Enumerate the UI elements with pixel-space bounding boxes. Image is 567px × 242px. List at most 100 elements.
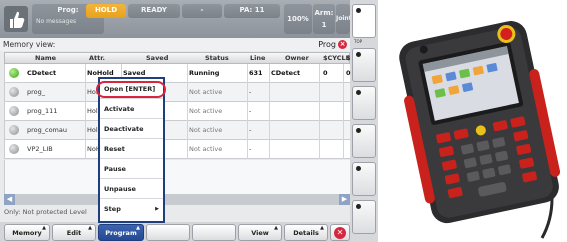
- memory-menu-button[interactable]: Memory ▲: [4, 224, 50, 241]
- cell-line: -: [249, 88, 252, 96]
- side-key-4[interactable]: [352, 124, 376, 158]
- ready-status-badge: READY: [128, 4, 180, 18]
- column-divider: [269, 83, 270, 102]
- column-divider: [187, 121, 188, 140]
- details-label: Details: [293, 229, 319, 237]
- arm-label: Arm: 1: [314, 9, 334, 29]
- column-divider: [269, 140, 270, 159]
- side-key-6[interactable]: [352, 200, 376, 234]
- hold-status-badge: HOLD: [86, 4, 126, 18]
- column-divider: [247, 121, 248, 140]
- table-row[interactable]: prog_111 Hold Not active -: [4, 102, 350, 121]
- mode-label: -: [200, 6, 204, 14]
- menu-item-pause[interactable]: Pause: [100, 159, 163, 179]
- menu-item-unpause[interactable]: Unpause: [100, 179, 163, 199]
- side-key-3[interactable]: [352, 86, 376, 120]
- table-empty-area: [4, 160, 350, 194]
- close-icon: ✕: [334, 227, 346, 239]
- column-divider: [187, 64, 188, 83]
- table-header: Name Attr. Saved Status Line Owner $CYCL…: [4, 52, 351, 64]
- column-divider: [319, 140, 320, 159]
- menu-item-label: Unpause: [104, 185, 136, 193]
- status-line: Only: Not protected Level: [4, 208, 87, 216]
- column-divider: [85, 83, 86, 102]
- close-icon[interactable]: ×: [338, 40, 347, 49]
- edit-label: Edit: [66, 229, 82, 237]
- scroll-left-icon[interactable]: ◀: [4, 194, 15, 205]
- details-menu-button[interactable]: Details ▲: [284, 224, 328, 241]
- cell-cycle: 0: [323, 69, 328, 77]
- jog-mode-selector[interactable]: Joint: [336, 4, 352, 34]
- cell-status: Not active: [189, 145, 223, 153]
- submenu-arrow-icon: ▶: [155, 206, 159, 212]
- cell-owner: CDetect: [271, 69, 301, 77]
- table-row[interactable]: prog_ Hold Not active -: [4, 83, 350, 102]
- column-divider: [187, 140, 188, 159]
- empty-softkey-1[interactable]: [146, 224, 190, 241]
- column-divider: [343, 64, 344, 83]
- column-divider: [319, 83, 320, 102]
- cell-name: CDetect: [27, 69, 57, 77]
- cell-saved: Saved: [123, 69, 146, 77]
- column-divider: [269, 102, 270, 121]
- ready-label: READY: [141, 6, 167, 14]
- table-row[interactable]: CDetect NoHold Saved Running 631 CDetect 0 0: [4, 64, 351, 83]
- column-divider: [85, 140, 86, 159]
- menu-item-step[interactable]: Step ▶: [100, 199, 163, 219]
- menu-item-activate[interactable]: Activate: [100, 99, 163, 119]
- open-highlight-ring: [96, 81, 166, 98]
- table-row[interactable]: prog_comau Hold Not active -: [4, 121, 350, 140]
- col-header-saved[interactable]: Saved: [146, 54, 168, 62]
- menu-item-label: Reset: [104, 145, 125, 153]
- side-key-1[interactable]: [352, 4, 376, 38]
- column-divider: [343, 121, 344, 140]
- edit-menu-button[interactable]: Edit ▲: [52, 224, 96, 241]
- empty-softkey-2[interactable]: [192, 224, 236, 241]
- col-header-line[interactable]: Line: [250, 54, 265, 62]
- program-menu-button[interactable]: Program ▲: [98, 224, 144, 241]
- status-bar: Prog: No messages HOLD READY - PA: 11 10…: [0, 0, 378, 38]
- cell-line: -: [249, 126, 252, 134]
- side-top-label: TOP: [354, 39, 363, 44]
- key-dot-icon: [356, 8, 361, 13]
- col-header-extra[interactable]: $: [346, 54, 351, 62]
- column-divider: [85, 102, 86, 121]
- side-key-5[interactable]: [352, 162, 376, 196]
- view-menu-button[interactable]: View ▲: [238, 224, 282, 241]
- table-row[interactable]: VP2_LIB NoH Not active -: [4, 140, 350, 159]
- menu-item-deactivate[interactable]: Deactivate: [100, 119, 163, 139]
- teach-pendant-photo: [392, 2, 567, 240]
- cell-status: Not active: [189, 88, 223, 96]
- scroll-right-icon[interactable]: ▶: [339, 194, 350, 205]
- cell-name: prog_: [27, 88, 46, 96]
- pendant-screen: Prog: No messages HOLD READY - PA: 11 10…: [0, 0, 378, 242]
- col-header-name[interactable]: Name: [35, 54, 56, 62]
- caret-up-icon: ▲: [274, 225, 278, 231]
- menu-item-reset[interactable]: Reset: [100, 139, 163, 159]
- inactive-status-icon: [9, 125, 19, 135]
- cell-status: Running: [189, 69, 220, 77]
- arm-selector[interactable]: Arm: 1: [313, 4, 335, 34]
- thumb-up-icon[interactable]: [4, 6, 28, 32]
- view-label: View: [251, 229, 269, 237]
- cell-status: Not active: [189, 126, 223, 134]
- col-header-owner[interactable]: Owner: [285, 54, 309, 62]
- menu-item-label: Deactivate: [104, 125, 144, 133]
- column-divider: [319, 64, 320, 83]
- menu-item-label: Activate: [104, 105, 135, 113]
- col-header-status[interactable]: Status: [205, 54, 229, 62]
- menu-item-label: Pause: [104, 165, 126, 173]
- caret-up-icon: ▲: [42, 225, 46, 231]
- inactive-status-icon: [9, 144, 19, 154]
- horizontal-scrollbar[interactable]: ◀ ▶: [4, 194, 350, 205]
- mode-status-badge: -: [182, 4, 222, 18]
- column-divider: [85, 121, 86, 140]
- running-status-icon: [9, 68, 19, 78]
- memory-label: Memory: [12, 229, 42, 237]
- column-divider: [247, 140, 248, 159]
- side-key-2[interactable]: [352, 48, 376, 82]
- speed-override[interactable]: 100%: [284, 4, 312, 34]
- col-header-attr[interactable]: Attr.: [89, 54, 105, 62]
- close-softkey[interactable]: ✕: [330, 224, 350, 241]
- side-softkeys: TOP: [350, 0, 378, 242]
